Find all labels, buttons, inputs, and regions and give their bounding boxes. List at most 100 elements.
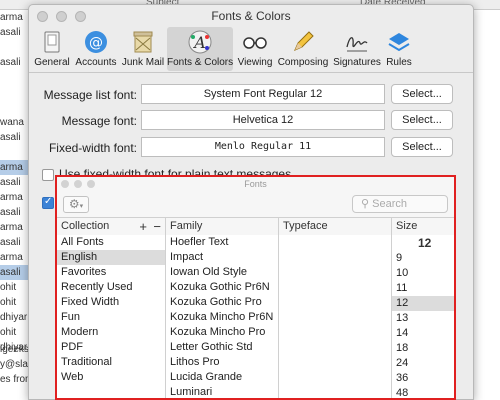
- typeface-column-header: Typeface: [279, 218, 392, 235]
- fixed-width-font-label: Fixed-width font:: [48, 141, 137, 155]
- toolbar-signatures[interactable]: Signatures: [331, 27, 383, 71]
- family-item[interactable]: Luminari: [166, 385, 278, 398]
- message-font-select-button[interactable]: Select...: [391, 110, 453, 130]
- toolbar-composing[interactable]: Composing: [277, 27, 329, 71]
- table-row[interactable]: asali: [0, 235, 30, 250]
- size-column: 12 9 10 11 12 13 14 18 24 36 48: [392, 235, 454, 398]
- chevron-down-icon: ▾: [79, 203, 84, 210]
- add-collection-button[interactable]: +: [139, 218, 147, 235]
- table-row[interactable]: [0, 85, 30, 100]
- size-item[interactable]: 12: [392, 296, 454, 311]
- family-item[interactable]: Kozuka Mincho Pro: [166, 325, 278, 340]
- action-menu-button[interactable]: ⚙▾: [63, 196, 89, 213]
- rules-icon: [388, 33, 410, 52]
- family-item[interactable]: Kozuka Gothic Pr6N: [166, 280, 278, 295]
- table-row[interactable]: [0, 40, 30, 55]
- family-item[interactable]: Lucida Grande: [166, 370, 278, 385]
- toolbar-general[interactable]: General: [33, 27, 71, 71]
- size-item[interactable]: 13: [392, 311, 454, 326]
- size-input[interactable]: 12: [392, 235, 454, 251]
- minimize-button[interactable]: [56, 11, 67, 22]
- zoom-button[interactable]: [75, 11, 86, 22]
- search-icon: ⚲: [361, 198, 370, 210]
- fixed-width-font-field: Menlo Regular 11: [141, 137, 385, 157]
- table-row[interactable]: [0, 145, 30, 160]
- collection-item[interactable]: Fun: [57, 310, 165, 325]
- fonts-zoom-button[interactable]: [87, 180, 95, 188]
- collection-item[interactable]: English: [57, 250, 165, 265]
- table-row[interactable]: [0, 100, 30, 115]
- table-row[interactable]: asali: [0, 265, 30, 280]
- collection-item[interactable]: All Fonts: [57, 235, 165, 250]
- table-row[interactable]: ohit: [0, 280, 30, 295]
- color-quoted-text-checkbox[interactable]: [42, 196, 54, 209]
- toolbar-junk-mail[interactable]: Junk Mail: [121, 27, 165, 71]
- glasses-icon: [243, 37, 267, 49]
- family-item[interactable]: Kozuka Gothic Pro: [166, 295, 278, 310]
- toolbar-viewing[interactable]: Viewing: [235, 27, 275, 71]
- table-row[interactable]: arma: [0, 250, 30, 265]
- signature-icon: [346, 37, 368, 52]
- size-item[interactable]: 36: [392, 371, 454, 386]
- collection-item[interactable]: Web: [57, 370, 165, 385]
- table-row[interactable]: wana: [0, 115, 30, 130]
- table-row[interactable]: arma: [0, 220, 30, 235]
- collection-list: All Fonts English Favorites Recently Used Fi…: [57, 235, 166, 398]
- table-row[interactable]: asali: [0, 205, 30, 220]
- collection-column-header: Collection + −: [57, 218, 166, 235]
- toolbar-accounts[interactable]: @ Accounts: [73, 27, 119, 71]
- table-row[interactable]: asali: [0, 55, 30, 70]
- family-item[interactable]: Impact: [166, 250, 278, 265]
- message-list-font-field: System Font Regular 12: [141, 84, 385, 104]
- message-font-field: Helvetica 12: [141, 110, 385, 130]
- collection-item[interactable]: Modern: [57, 325, 165, 340]
- junk-icon: [133, 31, 153, 53]
- table-row[interactable]: ohit: [0, 295, 30, 310]
- collection-item[interactable]: Recently Used: [57, 280, 165, 295]
- size-item[interactable]: 48: [392, 386, 454, 398]
- close-button[interactable]: [37, 11, 48, 22]
- titlebar: Fonts & Colors: [29, 5, 473, 27]
- table-row[interactable]: [0, 70, 30, 85]
- size-item[interactable]: 14: [392, 326, 454, 341]
- message-font-label: Message font:: [61, 114, 137, 128]
- table-row[interactable]: dhiyar: [0, 310, 30, 325]
- fixed-width-plain-text-checkbox[interactable]: [42, 169, 54, 181]
- remove-collection-button[interactable]: −: [153, 218, 161, 235]
- message-list-font-select-button[interactable]: Select...: [391, 84, 453, 104]
- toolbar-rules[interactable]: Rules: [385, 27, 413, 71]
- message-list-font-row: Message list font: System Font Regular 1…: [29, 84, 473, 106]
- svg-text:@: @: [89, 35, 103, 51]
- collection-item[interactable]: Favorites: [57, 265, 165, 280]
- preferences-toolbar: General @ Accounts Junk Mail A Fonts & C…: [29, 25, 473, 73]
- general-icon: [44, 31, 60, 53]
- fonts-close-button[interactable]: [61, 180, 69, 188]
- gear-icon: ⚙: [68, 197, 80, 211]
- message-list-font-label: Message list font:: [43, 88, 137, 102]
- family-item[interactable]: Lithos Pro: [166, 355, 278, 370]
- table-row[interactable]: asali: [0, 130, 30, 145]
- family-item[interactable]: Iowan Old Style: [166, 265, 278, 280]
- font-search-input[interactable]: ⚲ Search: [352, 195, 448, 213]
- size-item[interactable]: 10: [392, 266, 454, 281]
- size-item[interactable]: 24: [392, 356, 454, 371]
- size-item[interactable]: 18: [392, 341, 454, 356]
- table-row[interactable]: arma: [0, 190, 30, 205]
- collection-item[interactable]: Fixed Width: [57, 295, 165, 310]
- table-row[interactable]: ohit: [0, 325, 30, 340]
- table-row[interactable]: asali: [0, 175, 30, 190]
- family-item[interactable]: Kozuka Mincho Pr6N: [166, 310, 278, 325]
- toolbar-fonts-colors[interactable]: A Fonts & Colors: [167, 27, 233, 71]
- collection-item[interactable]: Traditional: [57, 355, 165, 370]
- collection-item[interactable]: PDF: [57, 340, 165, 355]
- table-row[interactable]: arma: [0, 160, 30, 175]
- table-row[interactable]: asali: [0, 25, 30, 40]
- fonts-minimize-button[interactable]: [74, 180, 82, 188]
- family-item[interactable]: Letter Gothic Std: [166, 340, 278, 355]
- size-item[interactable]: 11: [392, 281, 454, 296]
- table-row[interactable]: arma: [0, 10, 30, 25]
- family-item[interactable]: Hoefler Text: [166, 235, 278, 250]
- fixed-width-font-select-button[interactable]: Select...: [391, 137, 453, 157]
- family-list: Hoefler Text Impact Iowan Old Style Kozuka …: [166, 235, 279, 398]
- size-item[interactable]: 9: [392, 251, 454, 266]
